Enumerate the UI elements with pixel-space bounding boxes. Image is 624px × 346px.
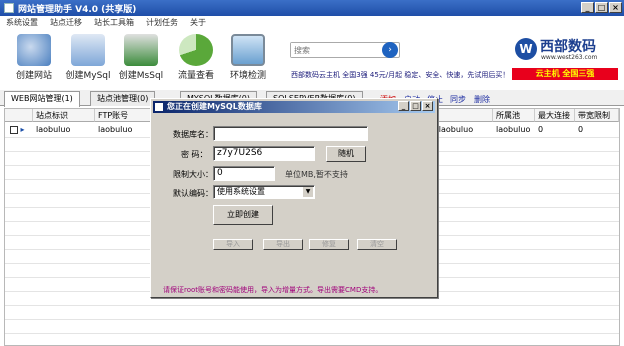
chevron-down-icon: ▼ xyxy=(303,187,313,197)
database-icon xyxy=(124,34,158,66)
col-header-bandwidth[interactable]: 带宽限制 xyxy=(575,109,619,122)
create-mssql-button[interactable]: 创建MsSql xyxy=(113,34,169,81)
dialog-icon xyxy=(155,103,163,111)
col-header-ftp[interactable]: FTP账号 xyxy=(95,109,157,122)
app-icon xyxy=(4,3,14,13)
cell-ftp: laobuluo xyxy=(98,125,133,134)
size-hint: 单位MB,暂不支持 xyxy=(285,170,348,179)
delete-link[interactable]: 删除 xyxy=(474,94,490,105)
logo-text: 西部数码 xyxy=(540,39,596,55)
col-header-pool[interactable]: 所属池 xyxy=(493,109,535,122)
cell-max-conn: 0 xyxy=(538,125,544,134)
search-input[interactable] xyxy=(291,43,381,57)
export-button[interactable]: 导出 xyxy=(263,239,303,250)
menu-site-migration[interactable]: 站点迁移 xyxy=(50,17,82,28)
logo-icon: W xyxy=(515,38,537,60)
pie-chart-icon xyxy=(179,34,213,66)
menu-webmaster-tools[interactable]: 站长工具箱 xyxy=(94,17,134,28)
create-mysql-dialog: 您正在创建MySQL数据库 _ □ × 数据库名： 密 码： z7y7U2S6 … xyxy=(150,98,438,298)
password-label: 密 码： xyxy=(181,150,208,159)
ad-text[interactable]: 西部数码云主机 全国3强 45元/月起 稳定、安全、快速，先试用后买！ xyxy=(291,70,509,80)
database-icon xyxy=(71,34,105,66)
db-name-input[interactable] xyxy=(213,126,368,141)
encoding-select[interactable]: 使用系统设置 ▼ xyxy=(213,185,315,199)
menu-scheduled-tasks[interactable]: 计划任务 xyxy=(146,17,178,28)
clear-button[interactable]: 清空 xyxy=(357,239,397,250)
random-password-button[interactable]: 随机 xyxy=(326,146,366,162)
cell-bandwidth: 0 xyxy=(578,125,584,134)
cell-site-id: laobuluo xyxy=(36,125,71,134)
ad-banner[interactable]: 云主机 全国三强 xyxy=(512,68,618,80)
dialog-note: 请保证root账号和密码能使用，导入为增量方式。导出需要CMD支持。 xyxy=(163,286,383,294)
sync-link[interactable]: 同步 xyxy=(450,94,466,105)
cell-pool: laobuluo xyxy=(496,125,531,134)
col-header-site-id[interactable]: 站点标识 xyxy=(33,109,95,122)
menu-about[interactable]: 关于 xyxy=(190,17,206,28)
search-button[interactable]: › xyxy=(382,42,398,58)
password-input[interactable]: z7y7U2S6 xyxy=(213,146,315,161)
tab-app-pools[interactable]: 站点池管理(0) xyxy=(90,91,156,106)
dialog-title: 您正在创建MySQL数据库 xyxy=(167,102,262,111)
encoding-selected-value: 使用系统设置 xyxy=(217,187,265,196)
dialog-close-button[interactable]: × xyxy=(422,101,433,111)
maximize-button[interactable]: □ xyxy=(595,2,608,13)
db-name-label: 数据库名： xyxy=(173,130,213,139)
dialog-maximize-button[interactable]: □ xyxy=(410,101,421,111)
import-button[interactable]: 导入 xyxy=(213,239,253,250)
create-now-button[interactable]: 立即创建 xyxy=(213,205,273,225)
size-limit-input[interactable]: 0 xyxy=(213,166,275,181)
window-title-bar: 网站管理助手 V4.0 (共享版) _ □ × xyxy=(0,0,624,16)
window-title: 网站管理助手 V4.0 (共享版) xyxy=(18,4,137,15)
monitor-icon xyxy=(231,34,265,66)
create-site-button[interactable]: 创建网站 xyxy=(6,34,62,81)
size-limit-label: 限制大小： xyxy=(173,170,213,179)
row-checkbox[interactable]: ▸ xyxy=(7,123,31,137)
col-header-select xyxy=(5,109,33,122)
dialog-title-bar: 您正在创建MySQL数据库 _ □ × xyxy=(153,101,435,113)
tab-web-sites[interactable]: WEB网站管理(1) xyxy=(4,91,80,107)
col-header-max-conn[interactable]: 最大连接 xyxy=(535,109,575,122)
close-button[interactable]: × xyxy=(609,2,622,13)
create-mysql-button[interactable]: 创建MySql xyxy=(60,34,116,81)
dialog-minimize-button[interactable]: _ xyxy=(398,101,409,111)
encoding-label: 默认编码： xyxy=(173,189,213,198)
traffic-view-button[interactable]: 流量查看 xyxy=(168,34,224,81)
menu-system-settings[interactable]: 系统设置 xyxy=(6,17,38,28)
row-arrow-icon: ▸ xyxy=(20,125,25,134)
logo[interactable]: W 西部数码 www.west263.com xyxy=(515,36,615,66)
env-check-button[interactable]: 环境检测 xyxy=(220,34,276,81)
logo-url: www.west263.com xyxy=(541,54,598,61)
menu-bar: 系统设置 站点迁移 站长工具箱 计划任务 关于 xyxy=(0,16,624,28)
repair-button[interactable]: 修复 xyxy=(309,239,349,250)
tools-icon xyxy=(17,34,51,66)
minimize-button[interactable]: _ xyxy=(581,2,594,13)
